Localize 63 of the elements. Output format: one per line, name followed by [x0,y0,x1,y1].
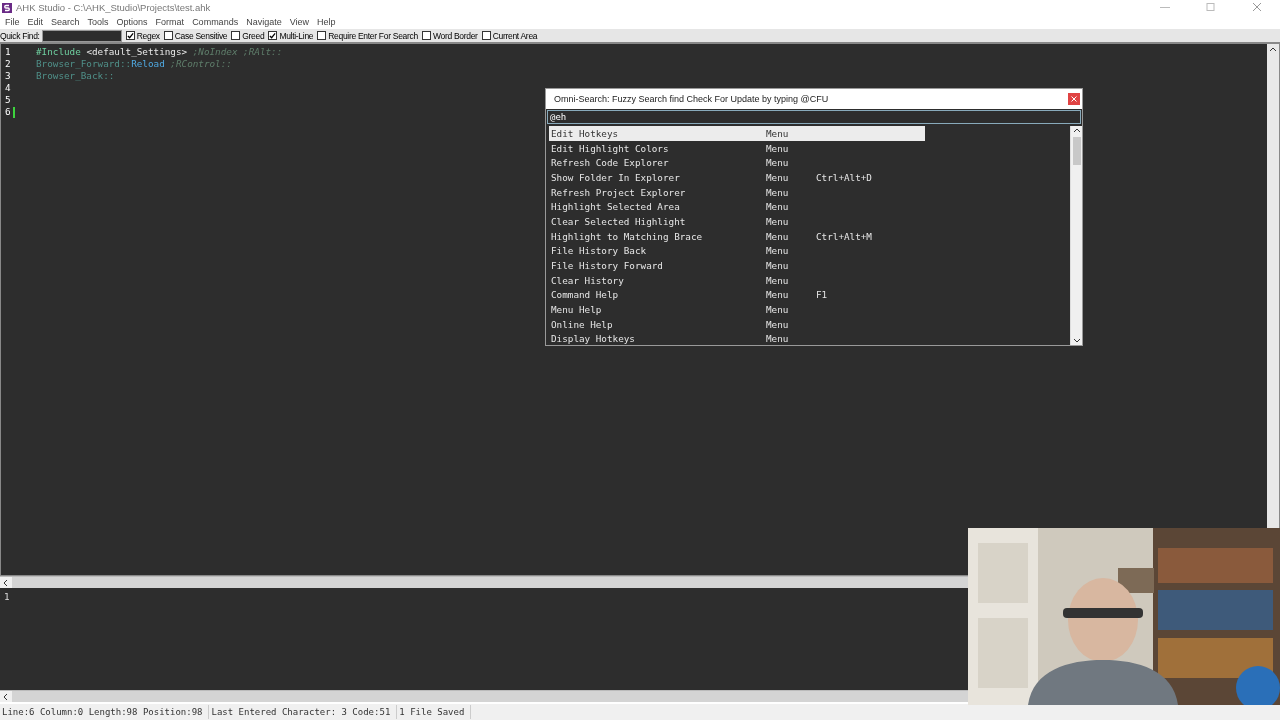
line-number: 2 [5,58,11,70]
scroll-left-icon[interactable] [3,578,9,587]
checkbox-label: Case Sensitive [174,30,228,41]
menu-item[interactable]: View [286,17,315,27]
checkbox-label: Regex [136,30,160,41]
status-text: 1 File Saved [397,705,472,719]
checkbox[interactable] [317,31,327,40]
checkbox[interactable] [163,31,173,40]
code-line: Browser_Back:: [36,70,115,82]
window-title: AHK Studio - C:\AHK_Studio\Projects\test.ahk [16,2,211,13]
menu-item[interactable]: Search [48,17,85,27]
code-line: #Include <default_Settings> ;NoIndex ;RAlt:: [36,46,283,58]
checkbox-label: Multi-Line [279,30,314,41]
dialog-title: Omni-Search: Fuzzy Search find Check For Update by typing @CFU [554,94,829,104]
checkbox[interactable] [421,31,431,40]
result-row[interactable]: Clear History Menu [549,272,925,288]
status-text: Line:6 Column:0 Length:98 Position:98 [0,705,210,719]
app-logo-icon [2,2,12,13]
result-row[interactable]: Online Help Menu [549,316,925,332]
result-row[interactable]: Menu Help Menu [549,302,925,317]
result-row[interactable]: Display Hotkeys Menu [549,331,925,345]
line-number: 1 [5,46,11,58]
menu-item[interactable]: Commands [189,17,244,27]
checkbox-label: Require Enter For Search [328,30,418,41]
line-number: 5 [5,94,11,106]
menu-item[interactable]: Format [152,17,190,27]
result-row[interactable]: Refresh Project Explorer Menu [549,184,925,200]
menu-item[interactable]: Options [113,17,153,27]
result-row[interactable]: Highlight to Matching Brace Menu Ctrl+Alt+M [549,228,925,244]
search-field[interactable]: @eh [547,110,1081,124]
checkbox-label: Greed [242,30,265,41]
menu-item[interactable]: Edit [24,17,49,27]
line-number: 3 [5,70,11,82]
status-text: Last Entered Character: 3 Code:51 [209,705,398,719]
result-row[interactable]: File History Back Menu [549,243,925,259]
code-line: Browser_Forward::Reload ;RControl:: [36,58,232,70]
result-row[interactable]: Refresh Code Explorer Menu [549,155,925,171]
menu-item[interactable]: Tools [84,17,114,27]
close-button[interactable] [1068,93,1080,105]
line-number: 4 [5,82,11,94]
line-number: 6 [5,106,11,118]
result-row[interactable]: Show Folder In Explorer Menu Ctrl+Alt+D [549,170,925,185]
quick-find-label: Quick Find: [0,30,40,41]
result-row[interactable]: Edit Highlight Colors Menu [549,140,925,156]
checkbox[interactable] [231,31,241,40]
result-row[interactable]: Highlight Selected Area Menu [549,199,925,215]
result-row[interactable]: Clear Selected Highlight Menu [549,214,925,229]
quick-find-field[interactable] [41,29,122,42]
checkbox-label: Current Area [492,30,538,41]
checkbox[interactable] [481,31,491,40]
output-line: 1 [4,591,11,602]
checkbox-label: Word Border [432,30,478,41]
checkbox[interactable] [268,31,278,40]
menu-item[interactable]: Help [314,17,341,27]
menu-item[interactable]: Navigate [243,17,287,27]
close-icon [1071,96,1077,102]
result-row[interactable]: Command Help Menu F1 [549,287,925,303]
scroll-left-icon[interactable] [3,692,9,701]
checkbox[interactable] [125,31,135,40]
menu-item[interactable]: File [2,17,25,27]
scrollbar-thumb[interactable] [1072,137,1081,165]
result-row[interactable]: File History Forward Menu [549,258,925,273]
result-row[interactable]: Edit Hotkeys Menu [549,126,925,141]
